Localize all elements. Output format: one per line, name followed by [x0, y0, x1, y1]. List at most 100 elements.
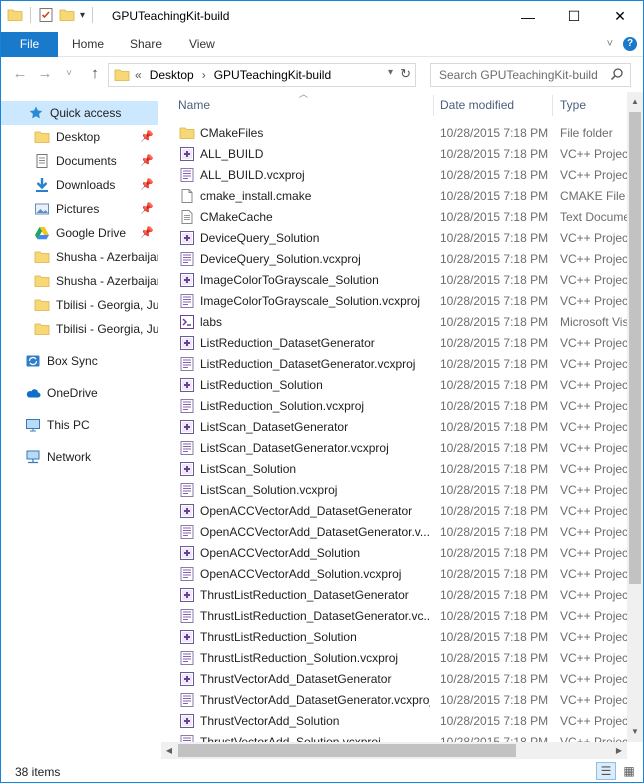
- sidebar-item-box-sync[interactable]: Box Sync: [1, 349, 158, 373]
- horizontal-scrollbar[interactable]: ◀ ▶: [161, 742, 627, 759]
- file-row[interactable]: DeviceQuery_Solution.vcxproj 10/28/2015 7…: [179, 249, 627, 270]
- address-dropdown-icon[interactable]: ▾: [388, 67, 393, 78]
- file-date-modified: 10/28/2015 7:18 PM: [440, 399, 549, 413]
- file-row[interactable]: DeviceQuery_Solution 10/28/2015 7:18 PM VC…: [179, 228, 627, 249]
- file-row[interactable]: ListReduction_DatasetGenerator 10/28/2015…: [179, 333, 627, 354]
- file-row[interactable]: ThrustVectorAdd_Solution 10/28/2015 7:18 …: [179, 711, 627, 732]
- file-row[interactable]: ALL_BUILD 10/28/2015 7:18 PM VC++ Project: [179, 144, 627, 165]
- scroll-left-arrow-icon[interactable]: ◀: [161, 742, 177, 759]
- file-row[interactable]: ThrustListReduction_Solution.vcxproj 10/2…: [179, 648, 627, 669]
- pin-icon[interactable]: 📌: [140, 226, 154, 239]
- sidebar-item-desktop[interactable]: Desktop 📌: [1, 125, 158, 149]
- maximize-button[interactable]: ☐: [551, 1, 597, 32]
- file-row[interactable]: ThrustVectorAdd_Solution.vcxproj 10/28/20…: [179, 732, 627, 742]
- file-row[interactable]: ListScan_Solution 10/28/2015 7:18 PM VC++ …: [179, 459, 627, 480]
- sidebar-item-tbilisi-1[interactable]: Tbilisi - Georgia, Jul: [1, 293, 158, 317]
- sidebar-item-tbilisi-2[interactable]: Tbilisi - Georgia, Jul: [1, 317, 158, 341]
- sidebar-item-documents[interactable]: Documents 📌: [1, 149, 158, 173]
- file-row[interactable]: ListReduction_Solution.vcxproj 10/28/2015…: [179, 396, 627, 417]
- sidebar-item-quick-access[interactable]: Quick access: [1, 101, 158, 125]
- new-folder-icon[interactable]: [59, 7, 75, 23]
- sidebar-item-shusha-2[interactable]: Shusha - Azerbaijan: [1, 269, 158, 293]
- file-row[interactable]: ListReduction_Solution 10/28/2015 7:18 PM…: [179, 375, 627, 396]
- file-row[interactable]: CMakeFiles 10/28/2015 7:18 PM File folder: [179, 123, 627, 144]
- sidebar-item-this-pc[interactable]: This PC: [1, 413, 158, 437]
- vertical-scrollbar[interactable]: ▲ ▼: [627, 92, 643, 742]
- refresh-icon[interactable]: ↻: [400, 66, 411, 82]
- help-icon[interactable]: ?: [623, 37, 637, 51]
- sidebar-item-label: Quick access: [50, 106, 122, 120]
- file-row[interactable]: OpenACCVectorAdd_DatasetGenerator.v... 10…: [179, 522, 627, 543]
- tab-home[interactable]: Home: [72, 32, 104, 57]
- breadcrumb-current[interactable]: GPUTeachingKit-build: [214, 68, 331, 82]
- customize-toolbar-icon[interactable]: ▾: [80, 10, 85, 21]
- file-row[interactable]: ListReduction_DatasetGenerator.vcxproj 10…: [179, 354, 627, 375]
- file-row[interactable]: ListScan_DatasetGenerator.vcxproj 10/28/2…: [179, 438, 627, 459]
- large-icons-view-icon[interactable]: ▦: [619, 762, 639, 780]
- column-header-date[interactable]: Date modified: [440, 92, 552, 119]
- minimize-button[interactable]: —: [505, 1, 551, 32]
- file-row[interactable]: cmake_install.cmake 10/28/2015 7:18 PM CMA…: [179, 186, 627, 207]
- recent-locations-button[interactable]: ˅: [59, 64, 79, 84]
- sidebar-item-onedrive[interactable]: OneDrive: [1, 381, 158, 405]
- file-row[interactable]: ListScan_DatasetGenerator 10/28/2015 7:18…: [179, 417, 627, 438]
- address-bar[interactable]: « Desktop › GPUTeachingKit-build ▾ ↻: [108, 63, 416, 87]
- up-button[interactable]: ↑: [85, 64, 105, 84]
- status-bar: 38 items ☰ ▦: [1, 760, 643, 782]
- column-divider[interactable]: [552, 95, 553, 116]
- column-divider[interactable]: [433, 95, 434, 116]
- sidebar-item-network[interactable]: Network: [1, 445, 158, 469]
- sidebar-item-downloads[interactable]: Downloads 📌: [1, 173, 158, 197]
- file-row[interactable]: ImageColorToGrayscale_Solution 10/28/2015…: [179, 270, 627, 291]
- pin-icon[interactable]: 📌: [140, 178, 154, 191]
- file-row[interactable]: OpenACCVectorAdd_Solution 10/28/2015 7:18…: [179, 543, 627, 564]
- search-icon: [610, 68, 623, 81]
- file-date-modified: 10/28/2015 7:18 PM: [440, 315, 549, 329]
- breadcrumb-overflow[interactable]: «: [135, 68, 142, 82]
- tab-file[interactable]: File: [1, 32, 58, 57]
- file-row[interactable]: OpenACCVectorAdd_DatasetGenerator 10/28/2…: [179, 501, 627, 522]
- breadcrumb-desktop[interactable]: Desktop: [150, 68, 194, 82]
- search-box[interactable]: [430, 63, 631, 87]
- column-header-type[interactable]: Type: [560, 92, 620, 119]
- pin-icon[interactable]: 📌: [140, 154, 154, 167]
- pin-icon[interactable]: 📌: [140, 130, 154, 143]
- file-date-modified: 10/28/2015 7:18 PM: [440, 273, 549, 287]
- file-row[interactable]: ListScan_Solution.vcxproj 10/28/2015 7:18…: [179, 480, 627, 501]
- file-date-modified: 10/28/2015 7:18 PM: [440, 420, 549, 434]
- sidebar-item-pictures[interactable]: Pictures 📌: [1, 197, 158, 221]
- file-row[interactable]: ThrustVectorAdd_DatasetGenerator 10/28/20…: [179, 669, 627, 690]
- horizontal-scroll-thumb[interactable]: [178, 744, 516, 757]
- file-row[interactable]: ImageColorToGrayscale_Solution.vcxproj 10…: [179, 291, 627, 312]
- tab-share[interactable]: Share: [130, 32, 162, 57]
- file-row[interactable]: ThrustListReduction_Solution 10/28/2015 7…: [179, 627, 627, 648]
- file-name: ThrustVectorAdd_DatasetGenerator.vcxproj: [200, 693, 430, 707]
- search-input[interactable]: [439, 68, 604, 82]
- file-name: ThrustListReduction_Solution: [200, 630, 357, 644]
- file-row[interactable]: OpenACCVectorAdd_Solution.vcxproj 10/28/2…: [179, 564, 627, 585]
- sidebar-item-shusha-1[interactable]: Shusha - Azerbaijan: [1, 245, 158, 269]
- scroll-right-arrow-icon[interactable]: ▶: [611, 742, 627, 759]
- column-header-name[interactable]: Name: [178, 92, 433, 119]
- file-row[interactable]: ALL_BUILD.vcxproj 10/28/2015 7:18 PM VC++ …: [179, 165, 627, 186]
- file-row[interactable]: ThrustListReduction_DatasetGenerator.vc.…: [179, 606, 627, 627]
- close-button[interactable]: ✕: [597, 1, 643, 32]
- sidebar-item-google-drive[interactable]: Google Drive 📌: [1, 221, 158, 245]
- forward-button[interactable]: →: [35, 64, 55, 84]
- tab-view[interactable]: View: [189, 32, 215, 57]
- details-view-icon[interactable]: ☰: [596, 762, 616, 780]
- scroll-up-arrow-icon[interactable]: ▲: [627, 94, 643, 110]
- vertical-scroll-thumb[interactable]: [629, 112, 641, 584]
- properties-icon[interactable]: [38, 7, 54, 23]
- breadcrumb-separator[interactable]: ›: [202, 68, 206, 82]
- pin-icon[interactable]: 📌: [140, 202, 154, 215]
- expand-ribbon-icon[interactable]: ˅: [607, 38, 613, 50]
- scroll-down-arrow-icon[interactable]: ▼: [627, 724, 643, 740]
- file-row[interactable]: ThrustVectorAdd_DatasetGenerator.vcxproj…: [179, 690, 627, 711]
- folder-icon[interactable]: [7, 7, 23, 23]
- file-row[interactable]: labs 10/28/2015 7:18 PM Microsoft Visual: [179, 312, 627, 333]
- file-row[interactable]: ThrustListReduction_DatasetGenerator 10/2…: [179, 585, 627, 606]
- file-row[interactable]: CMakeCache 10/28/2015 7:18 PM Text Documen…: [179, 207, 627, 228]
- vc-project-file-icon: [180, 483, 194, 497]
- back-button[interactable]: ←: [10, 64, 30, 84]
